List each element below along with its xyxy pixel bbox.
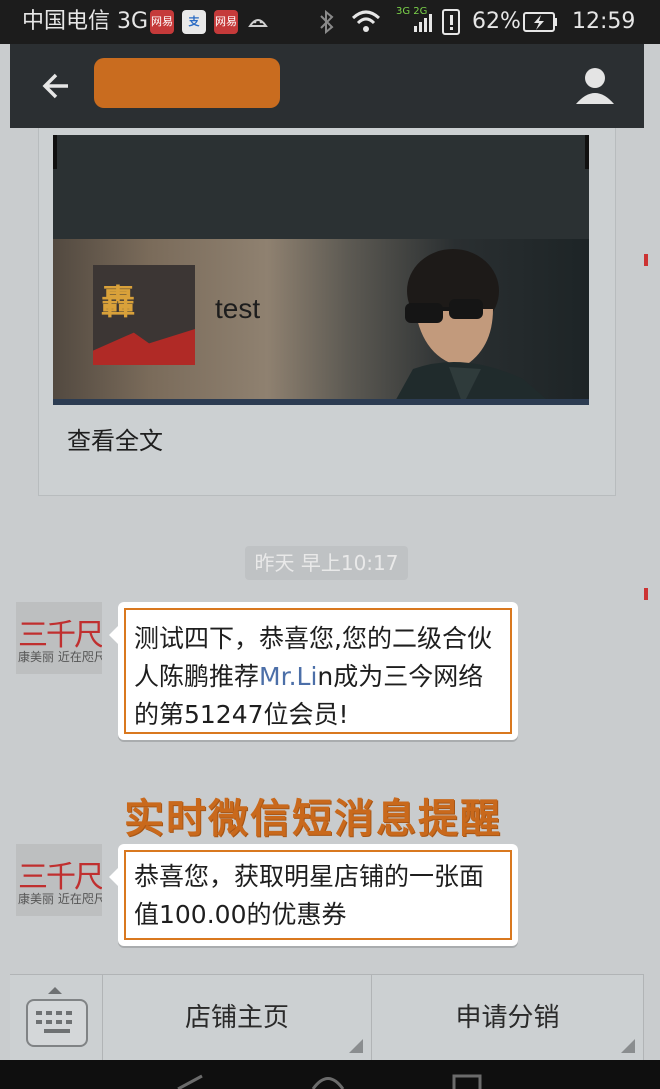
- article-cover-top: [53, 135, 589, 239]
- cover-band: [53, 399, 589, 405]
- clock: 12:59: [572, 9, 636, 34]
- keyboard-spacebar: [44, 1029, 70, 1033]
- article-cover-image: 轟 test: [53, 239, 589, 405]
- back-nav-icon[interactable]: [172, 1074, 206, 1089]
- menu-label: 申请分销: [455, 1003, 560, 1033]
- message-timestamp: 昨天 早上10:17: [245, 546, 408, 580]
- keyboard-icon: [26, 999, 88, 1047]
- app-badge-icon: 网易: [150, 10, 174, 34]
- message-highlight: 测试四下，恭喜您,您的二级合伙人陈鹏推荐Mr.Lin成为三今网络的第51247位…: [124, 608, 512, 734]
- portrait-image: [393, 249, 553, 405]
- menu-label: 店铺主页: [184, 1003, 289, 1033]
- read-more-link[interactable]: 查看全文: [67, 421, 163, 456]
- edge-marker: [644, 588, 648, 600]
- caret-up-icon: [48, 987, 62, 994]
- message-text: 测试四下，恭喜您,您的二级合伙人陈鹏推荐Mr.Lin成为三今网络的第51247位…: [134, 620, 504, 734]
- keyboard-toggle-button[interactable]: [10, 975, 103, 1061]
- alipay-icon: 支: [182, 10, 206, 34]
- bubble-pointer: [109, 626, 118, 644]
- status-bar: 中国电信 3G 网易 支 网易 3G 2G 62% 12:59: [0, 0, 660, 44]
- logo-red-shape: [93, 329, 195, 365]
- app-badge-icon: 网易: [214, 10, 238, 34]
- avatar-tagline: 康美丽 近在咫尺: [18, 892, 102, 906]
- keyboard-keys: [36, 1011, 76, 1015]
- back-button[interactable]: [34, 62, 82, 110]
- avatar[interactable]: 三千尺 康美丽 近在咫尺: [16, 602, 102, 674]
- message-bubble[interactable]: 测试四下，恭喜您,您的二级合伙人陈鹏推荐Mr.Lin成为三今网络的第51247位…: [109, 602, 518, 740]
- message-text: 恭喜您，获取明星店铺的一张面值100.00的优惠券: [134, 862, 485, 929]
- user-icon: [576, 68, 614, 104]
- keyboard-keys: [36, 1020, 76, 1024]
- menu-shop-home[interactable]: 店铺主页: [103, 975, 372, 1061]
- logo-mark: 轟: [101, 283, 135, 323]
- recents-nav-icon[interactable]: [452, 1074, 482, 1089]
- battery-percent: 62%: [472, 9, 521, 34]
- menu-apply-distribution[interactable]: 申请分销: [372, 975, 644, 1061]
- avatar-tagline: 康美丽 近在咫尺: [18, 650, 102, 664]
- bubble-pointer: [109, 868, 118, 886]
- bottom-menu: 店铺主页 申请分销: [10, 974, 644, 1061]
- android-icon: [246, 10, 270, 34]
- article-logo: 轟: [93, 265, 195, 365]
- header-title: [94, 58, 280, 108]
- avatar[interactable]: 三千尺 康美丽 近在咫尺: [16, 844, 102, 916]
- chat-content[interactable]: 轟 test 查看全文 昨天 早上10:17 三千尺 康美丽 近在咫尺 测试四下…: [10, 128, 644, 974]
- app-header: [10, 44, 644, 128]
- message-highlight: 恭喜您，获取明星店铺的一张面值100.00的优惠券: [124, 850, 512, 940]
- user-link[interactable]: Mr.Li: [259, 662, 317, 691]
- cover-edge: [53, 135, 57, 169]
- edge-marker: [644, 254, 648, 266]
- article-card[interactable]: 轟 test 查看全文: [38, 128, 616, 496]
- submenu-indicator-icon: [349, 1039, 363, 1053]
- system-nav-bar: [0, 1060, 660, 1089]
- promo-banner: 实时微信短消息提醒: [124, 796, 502, 842]
- message-bubble[interactable]: 恭喜您，获取明星店铺的一张面值100.00的优惠券: [109, 844, 518, 946]
- cover-edge: [585, 135, 589, 169]
- submenu-indicator-icon: [621, 1039, 635, 1053]
- carrier-label: 中国电信 3G: [22, 9, 149, 34]
- arrow-left-icon: [42, 73, 68, 99]
- article-title: test: [215, 293, 261, 324]
- profile-button[interactable]: [570, 62, 620, 112]
- home-nav-icon[interactable]: [310, 1074, 346, 1089]
